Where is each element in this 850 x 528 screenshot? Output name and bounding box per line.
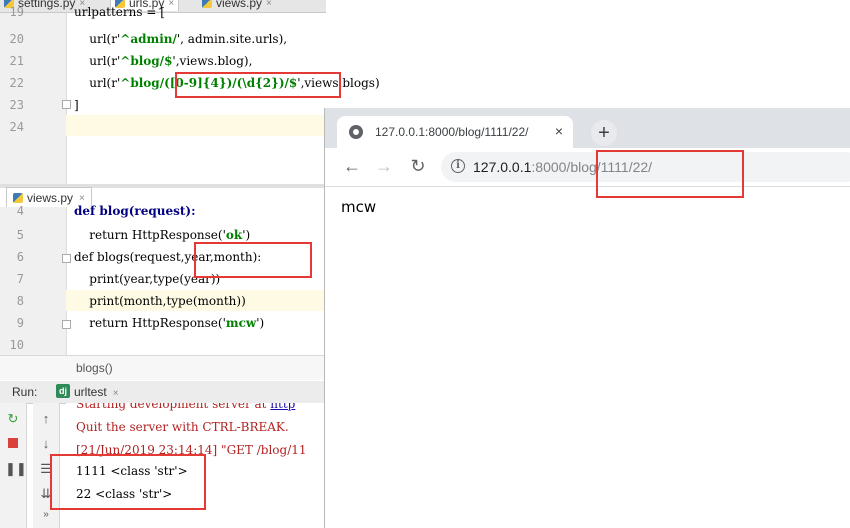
back-arrow-icon[interactable]: ← (341, 156, 363, 177)
breadcrumb-bar: blogs() (0, 355, 326, 380)
line-number: 10 (9, 338, 24, 352)
browser-tab[interactable]: 127.0.0.1:8000/blog/1111/22/ × (337, 116, 573, 148)
run-tab-urltest[interactable]: urltest × (74, 385, 119, 399)
reload-icon[interactable]: ↻ (407, 156, 429, 177)
line-number: 24 (9, 120, 24, 134)
close-icon[interactable]: × (555, 123, 563, 139)
line-number: 9 (16, 316, 24, 330)
code-line[interactable]: return HttpResponse('mcw') (74, 316, 264, 330)
close-icon[interactable]: × (168, 0, 174, 9)
breadcrumb[interactable]: blogs() (76, 361, 113, 375)
code-line[interactable]: url(r'^blog/$',views.blog), (74, 54, 252, 68)
code-text: return HttpResponse(' (74, 228, 226, 242)
run-panel-header: Run: dj urltest × (0, 381, 326, 404)
annotation-box-params (194, 242, 312, 278)
tab-views-py[interactable]: views.py × (198, 0, 276, 11)
close-icon[interactable]: × (113, 388, 119, 399)
current-line-highlight (66, 115, 326, 136)
tab-label: views.py (216, 0, 263, 10)
stop-icon[interactable] (5, 436, 21, 452)
code-text: print(month,type(month)) (74, 294, 246, 308)
line-number: 5 (16, 228, 24, 242)
tab-label: views.py (27, 191, 74, 205)
fold-marker-icon[interactable] (62, 254, 71, 263)
code-text: url(r' (74, 54, 121, 68)
code-text: urlpatterns = [ (74, 5, 165, 19)
pause-icon[interactable]: ❚❚ (5, 461, 27, 477)
browser-window: 127.0.0.1:8000/blog/1111/22/ × + ← → ↻ i… (324, 108, 850, 528)
new-tab-button[interactable]: + (591, 120, 617, 146)
django-icon: dj (56, 384, 70, 398)
fold-marker-icon[interactable] (62, 320, 71, 329)
console-link[interactable]: http (270, 403, 295, 411)
code-text: def blog(request): (74, 204, 196, 218)
annotation-box-regex (175, 72, 341, 98)
code-line[interactable]: url(r'^admin/', admin.site.urls), (74, 32, 287, 46)
code-text: return HttpResponse(' (74, 316, 226, 330)
page-body-text: mcw (341, 198, 377, 216)
python-file-icon (202, 0, 212, 8)
forward-arrow-icon[interactable]: → (373, 156, 395, 177)
run-label: Run: (12, 385, 38, 399)
string-literal: ok (225, 228, 243, 242)
console-line: Quit the server with CTRL-BREAK. (76, 420, 289, 434)
line-number: 8 (16, 294, 24, 308)
line-number: 19 (9, 5, 24, 19)
annotation-box-console (50, 454, 206, 510)
line-number: 6 (16, 250, 24, 264)
code-text: url(r' (74, 76, 121, 90)
tab-label: settings.py (18, 0, 76, 10)
scroll-up-icon[interactable]: ↑ (38, 411, 54, 427)
python-file-icon (13, 193, 23, 203)
line-number: 23 (9, 98, 24, 112)
rerun-icon[interactable]: ↻ (5, 411, 21, 427)
annotation-box-url (596, 150, 744, 198)
console-line: Starting development server at http (76, 403, 295, 411)
line-number: 7 (16, 272, 24, 286)
browser-tab-title: 127.0.0.1:8000/blog/1111/22/ (375, 125, 529, 139)
code-text: ', admin.site.urls), (176, 32, 288, 46)
code-text: ] (74, 98, 79, 112)
code-line[interactable]: print(month,type(month)) (74, 294, 246, 308)
url-host: 127.0.0.1 (473, 159, 532, 175)
browser-tab-strip: 127.0.0.1:8000/blog/1111/22/ × + (325, 108, 850, 148)
string-literal: mcw (225, 316, 257, 330)
code-text: url(r' (74, 32, 121, 46)
scroll-down-icon[interactable]: ↓ (38, 436, 54, 452)
close-icon[interactable]: × (266, 0, 272, 9)
code-line[interactable]: ] (74, 98, 79, 112)
code-line[interactable]: def blog(request): (74, 204, 196, 218)
line-number: 22 (9, 76, 24, 90)
line-number: 20 (9, 32, 24, 46)
console-text: Starting development server at (76, 403, 271, 411)
info-icon[interactable]: i (451, 159, 465, 173)
fold-marker-icon[interactable] (62, 100, 71, 109)
code-line[interactable]: urlpatterns = [ (74, 5, 165, 19)
string-literal: ^blog (120, 76, 160, 90)
string-literal: ^blog/$ (120, 54, 173, 68)
code-text: ',views.blog), (172, 54, 253, 68)
code-line[interactable]: return HttpResponse('ok') (74, 228, 250, 242)
run-toolbar-left: ↻ ❚❚ (0, 403, 27, 528)
line-number: 4 (16, 204, 24, 218)
close-icon[interactable]: × (79, 193, 85, 204)
code-text: ') (242, 228, 251, 242)
globe-icon (349, 125, 363, 139)
string-literal: ^admin/ (120, 32, 177, 46)
line-number: 21 (9, 54, 24, 68)
browser-toolbar: ← → ↻ i 127.0.0.1:8000/blog/1111/22/ (325, 148, 850, 187)
code-text: ') (256, 316, 265, 330)
run-tab-label: urltest (74, 385, 107, 399)
